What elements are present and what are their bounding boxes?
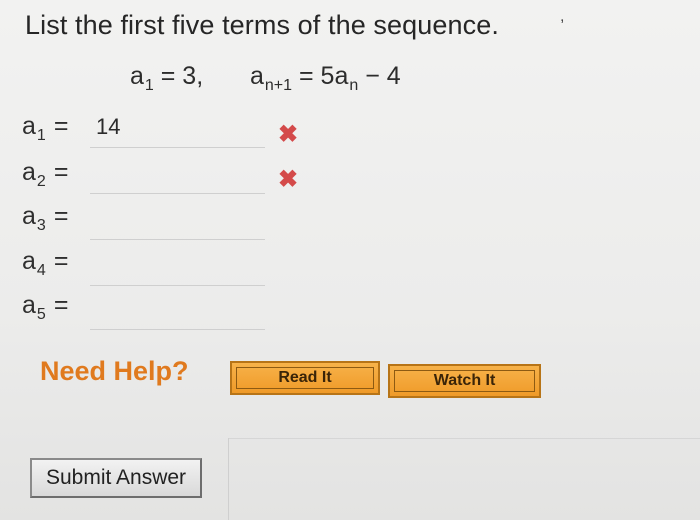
formula-a-sub: 1 <box>144 77 154 94</box>
term-input-3[interactable] <box>90 204 265 240</box>
term-input-5[interactable] <box>90 294 265 330</box>
term-label-4: a4 = <box>22 247 69 279</box>
formula-minus-4: − 4 <box>365 62 401 90</box>
formula-initial: a1 = 3, <box>130 62 204 94</box>
term-input-4[interactable] <box>90 250 265 286</box>
formula-recurrence: an+1 = 5an − 4 <box>250 62 401 94</box>
submit-answer-button[interactable]: Submit Answer <box>30 458 202 498</box>
read-it-label: Read It <box>236 367 374 389</box>
formula-an-sub: n <box>349 77 359 94</box>
formula-an1-base: a <box>250 62 264 90</box>
watch-it-button[interactable]: Watch It <box>388 364 541 398</box>
corner-mark: , <box>560 8 565 25</box>
formula-a-base: a <box>130 62 144 90</box>
watch-it-label: Watch It <box>394 370 535 392</box>
incorrect-icon: ✖ <box>278 166 299 193</box>
read-it-button[interactable]: Read It <box>230 361 380 395</box>
need-help-label: Need Help? <box>40 356 189 386</box>
formula-initial-value: = 3, <box>160 62 204 90</box>
term-label-2: a2 = <box>22 158 69 190</box>
term-input-2[interactable] <box>90 158 265 194</box>
term-label-5: a5 = <box>22 291 69 323</box>
incorrect-icon: ✖ <box>278 121 299 148</box>
divider <box>228 438 700 439</box>
question-title: List the first five terms of the sequenc… <box>25 10 499 40</box>
divider <box>228 438 229 520</box>
term-label-3: a3 = <box>22 202 69 234</box>
term-input-1[interactable]: 14 <box>90 112 265 148</box>
formula-5an: = 5a <box>299 62 349 90</box>
term-label-1: a1 = <box>22 112 69 144</box>
formula-an1-sub: n+1 <box>264 77 293 94</box>
